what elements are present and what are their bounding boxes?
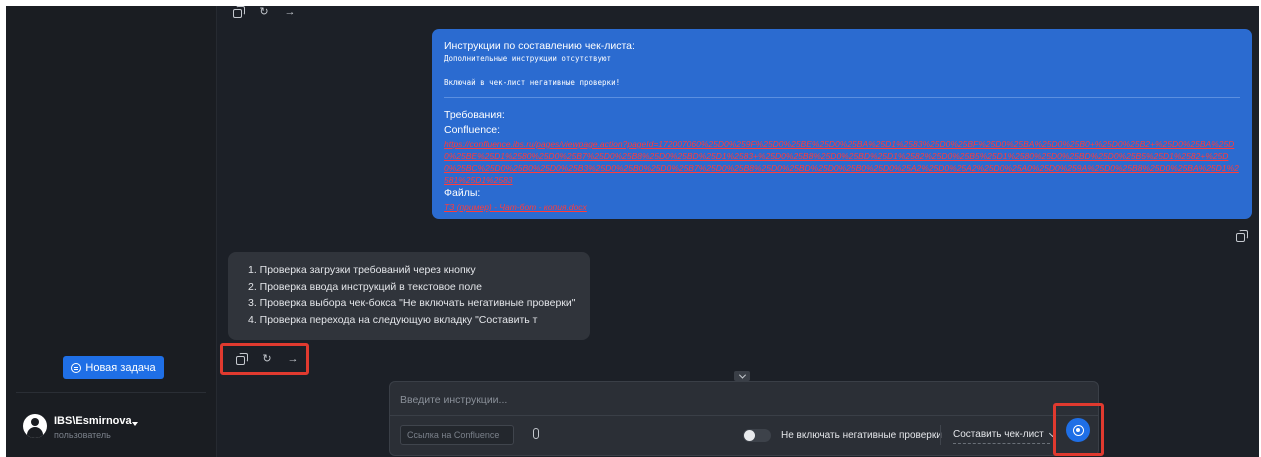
- arrow-right-icon[interactable]: →: [287, 353, 299, 365]
- requirements-label: Требования:: [444, 109, 505, 121]
- confluence-label: Confluence:: [444, 124, 501, 136]
- mode-select[interactable]: Составить чек-лист: [953, 429, 1056, 440]
- copy-icon[interactable]: [232, 6, 245, 18]
- copy-icon[interactable]: [1235, 230, 1248, 242]
- mode-select-value: Составить чек-лист: [953, 429, 1044, 440]
- app-window: Новая задача IBS\Esmirnova пользователь …: [6, 6, 1259, 457]
- list-item: 3. Проверка выбора чек-бокса "Не включат…: [248, 297, 576, 309]
- assistant-message: 1. Проверка загрузки требований через кн…: [228, 252, 590, 340]
- record-icon: [1072, 424, 1084, 436]
- arrow-right-icon[interactable]: →: [284, 6, 296, 18]
- chevron-down-icon: [738, 371, 746, 379]
- previous-message-actions: ↻ →: [232, 6, 296, 18]
- checklist: 1. Проверка загрузки требований через кн…: [248, 262, 578, 328]
- message-actions: ↻ →: [220, 343, 309, 375]
- sidebar: Новая задача IBS\Esmirnova пользователь: [6, 6, 217, 457]
- avatar[interactable]: [23, 414, 47, 438]
- sidebar-divider: [16, 392, 206, 393]
- file-link[interactable]: ТЗ (пример) - Чат-бот - копия.docx: [444, 201, 1240, 213]
- confluence-link-input[interactable]: [400, 425, 514, 445]
- additional-instructions: Дополнительные инструкции отсутствуют: [444, 54, 612, 63]
- message-divider: [444, 97, 1240, 98]
- refresh-icon[interactable]: ↻: [261, 353, 273, 365]
- new-task-label: Новая задача: [85, 361, 156, 374]
- user-menu-caret-icon[interactable]: [132, 422, 138, 426]
- new-task-button[interactable]: Новая задача: [63, 356, 164, 379]
- user-name[interactable]: IBS\Esmirnova: [54, 415, 132, 427]
- instructions-input[interactable]: [400, 391, 1080, 409]
- refresh-icon[interactable]: ↻: [258, 6, 270, 18]
- list-item: 1. Проверка загрузки требований через кн…: [248, 264, 476, 276]
- user-role: пользователь: [54, 430, 111, 440]
- chat-bubble-icon: [71, 362, 82, 373]
- toggle-label[interactable]: Не включать негативные проверки: [781, 430, 942, 441]
- negative-checks-note: Включай в чек-лист негативные проверки!: [444, 78, 621, 87]
- negative-checks-toggle[interactable]: [743, 429, 771, 442]
- user-message: Инструкции по составлению чек-листа: Доп…: [432, 29, 1252, 219]
- input-panel: Не включать негативные проверки Составит…: [389, 381, 1099, 456]
- collapse-button[interactable]: [734, 371, 750, 381]
- list-item: 2. Проверка ввода инструкций в текстовое…: [248, 280, 482, 293]
- send-button-highlight: [1053, 403, 1104, 456]
- list-item: 4. Проверка перехода на следующую вкладк…: [248, 313, 538, 326]
- copy-icon[interactable]: [235, 353, 248, 365]
- files-label: Файлы:: [444, 187, 481, 199]
- confluence-link[interactable]: https://confluence.ibs.ru/pages/viewpage…: [444, 138, 1240, 186]
- user-message-title: Инструкции по составлению чек-листа:: [444, 40, 635, 52]
- send-button[interactable]: [1066, 418, 1090, 442]
- paperclip-icon[interactable]: [533, 428, 539, 439]
